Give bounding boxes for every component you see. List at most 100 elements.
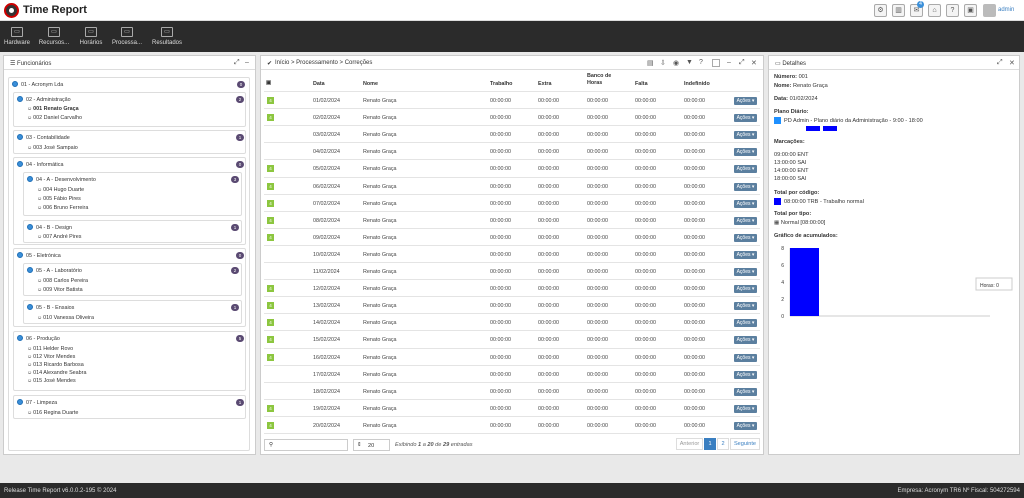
employee-item[interactable]: 005 Fábio Pires [37, 196, 81, 202]
menu-processing[interactable]: ▭ Processa... [110, 21, 144, 52]
image-icon[interactable]: ▣ [964, 4, 977, 17]
tree-node-contabilidade[interactable]: 03 - Contabilidade [26, 135, 70, 141]
cell-name[interactable]: Renato Graça [363, 201, 397, 207]
cell-date[interactable]: 01/02/2024 [313, 98, 340, 104]
employee-item[interactable]: 007 André Pires [37, 234, 81, 240]
employee-item[interactable]: 006 Bruno Ferreira [37, 205, 88, 211]
employee-item[interactable]: 002 Daniel Carvalho [27, 115, 82, 121]
pagination-next[interactable]: Seguinte [730, 438, 760, 450]
employee-item[interactable]: 010 Vanessa Oliveira [37, 315, 94, 321]
cell-name[interactable]: Renato Graça [363, 115, 397, 121]
cell-name[interactable]: Renato Graça [363, 355, 397, 361]
tree-node-informatica[interactable]: 04 - Informática [26, 162, 63, 168]
cell-date[interactable]: 08/02/2024 [313, 218, 340, 224]
actions-button[interactable]: Ações ▾ [734, 97, 757, 105]
actions-button[interactable]: Ações ▾ [734, 336, 757, 344]
cell-name[interactable]: Renato Graça [363, 269, 397, 275]
actions-button[interactable]: Ações ▾ [734, 302, 757, 310]
collapse-icon[interactable] [27, 224, 33, 230]
tree-node-administracao[interactable]: 02 - Administração [26, 97, 71, 103]
cell-name[interactable]: Renato Graça [363, 337, 397, 343]
actions-button[interactable]: Ações ▾ [734, 131, 757, 139]
cell-name[interactable]: Renato Graça [363, 132, 397, 138]
actions-button[interactable]: Ações ▾ [734, 405, 757, 413]
actions-button[interactable]: Ações ▾ [734, 200, 757, 208]
pagination-page-2[interactable]: 2 [717, 438, 729, 450]
collapse-icon[interactable] [17, 335, 23, 341]
close-icon[interactable]: ✕ [1009, 59, 1015, 67]
tree-node-producao[interactable]: 06 - Produção [26, 336, 60, 342]
collapse-icon[interactable] [27, 304, 33, 310]
close-icon[interactable]: ✕ [751, 59, 757, 67]
reports-icon[interactable]: ▥ [892, 4, 905, 17]
tree-node-acronym[interactable]: 01 - Acronym Lda [21, 82, 63, 88]
cell-date[interactable]: 19/02/2024 [313, 406, 340, 412]
cell-date[interactable]: 13/02/2024 [313, 303, 340, 309]
cell-date[interactable]: 12/02/2024 [313, 286, 340, 292]
cell-date[interactable]: 18/02/2024 [313, 389, 340, 395]
columns-icon[interactable]: ▤ [647, 59, 654, 67]
select-all-checkbox[interactable] [712, 59, 720, 67]
cell-date[interactable]: 20/02/2024 [313, 423, 340, 429]
expand-icon[interactable]: ⤢ [234, 59, 240, 67]
cell-name[interactable]: Renato Graça [363, 252, 397, 258]
actions-button[interactable]: Ações ▾ [734, 388, 757, 396]
col-indefinido[interactable]: Indefinido [684, 81, 710, 98]
export-icon[interactable]: ⇩ [660, 59, 666, 67]
actions-button[interactable]: Ações ▾ [734, 319, 757, 327]
pagination-prev[interactable]: Anterior [676, 438, 703, 450]
employee-item[interactable]: 004 Hugo Duarte [37, 187, 84, 193]
employee-item[interactable]: 008 Carlos Pereira [37, 278, 88, 284]
col-falta[interactable]: Falta [635, 81, 648, 98]
menu-schedules[interactable]: ▭ Horários [76, 21, 106, 52]
settings-icon[interactable]: ⚙ [874, 4, 887, 17]
view-icon[interactable]: ◉ [673, 59, 679, 67]
menu-hardware[interactable]: ▭ Hardware [2, 21, 32, 52]
employee-item[interactable]: 011 Helder Rovo [27, 346, 73, 352]
cell-date[interactable]: 11/02/2024 [313, 269, 340, 275]
cell-name[interactable]: Renato Graça [363, 218, 397, 224]
cell-date[interactable]: 09/02/2024 [313, 235, 340, 241]
actions-button[interactable]: Ações ▾ [734, 285, 757, 293]
cell-date[interactable]: 06/02/2024 [313, 184, 340, 190]
actions-button[interactable]: Ações ▾ [734, 234, 757, 242]
collapse-icon[interactable] [27, 176, 33, 182]
tree-node-eletronica[interactable]: 05 - Eletrónica [26, 253, 61, 259]
user-menu[interactable]: admin [998, 7, 1014, 13]
actions-button[interactable]: Ações ▾ [734, 114, 757, 122]
tree-node-laboratorio[interactable]: 05 - A - Laboratório [36, 268, 82, 274]
expand-icon[interactable]: ⤢ [997, 59, 1003, 67]
cell-name[interactable]: Renato Graça [363, 423, 397, 429]
employee-item[interactable]: 012 Vitor Mendes [27, 354, 75, 360]
cell-name[interactable]: Renato Graça [363, 166, 397, 172]
cell-name[interactable]: Renato Graça [363, 406, 397, 412]
cell-date[interactable]: 10/02/2024 [313, 252, 340, 258]
actions-button[interactable]: Ações ▾ [734, 354, 757, 362]
tree-node-limpeza[interactable]: 07 - Limpeza [26, 400, 57, 406]
cell-name[interactable]: Renato Graça [363, 372, 397, 378]
tree-node-design[interactable]: 04 - B - Design [36, 225, 72, 231]
tree-node-ensaios[interactable]: 05 - B - Ensaios [36, 305, 74, 311]
cell-name[interactable]: Renato Graça [363, 389, 397, 395]
minimize-icon[interactable]: – [727, 59, 731, 66]
collapse-icon[interactable] [27, 267, 33, 273]
collapse-icon[interactable] [12, 81, 18, 87]
menu-resources[interactable]: ▭ Recursos... [36, 21, 72, 52]
cell-date[interactable]: 03/02/2024 [313, 132, 340, 138]
actions-button[interactable]: Ações ▾ [734, 165, 757, 173]
actions-button[interactable]: Ações ▾ [734, 422, 757, 430]
tree-node-desenvolvimento[interactable]: 04 - A - Desenvolvimento [36, 177, 96, 183]
cell-name[interactable]: Renato Graça [363, 235, 397, 241]
help-icon[interactable]: ? [946, 4, 959, 17]
col-nome[interactable]: Nome [363, 81, 378, 98]
actions-button[interactable]: Ações ▾ [734, 217, 757, 225]
search-input[interactable]: ⚲ [264, 439, 348, 451]
collapse-icon[interactable] [17, 96, 23, 102]
cell-date[interactable]: 05/02/2024 [313, 166, 340, 172]
employee-item[interactable]: 001 Renato Graça [27, 106, 79, 112]
collapse-icon[interactable] [17, 134, 23, 140]
cell-name[interactable]: Renato Graça [363, 303, 397, 309]
help-icon[interactable]: ? [699, 59, 703, 66]
col-trabalho[interactable]: Trabalho [490, 81, 512, 98]
cell-date[interactable]: 14/02/2024 [313, 320, 340, 326]
